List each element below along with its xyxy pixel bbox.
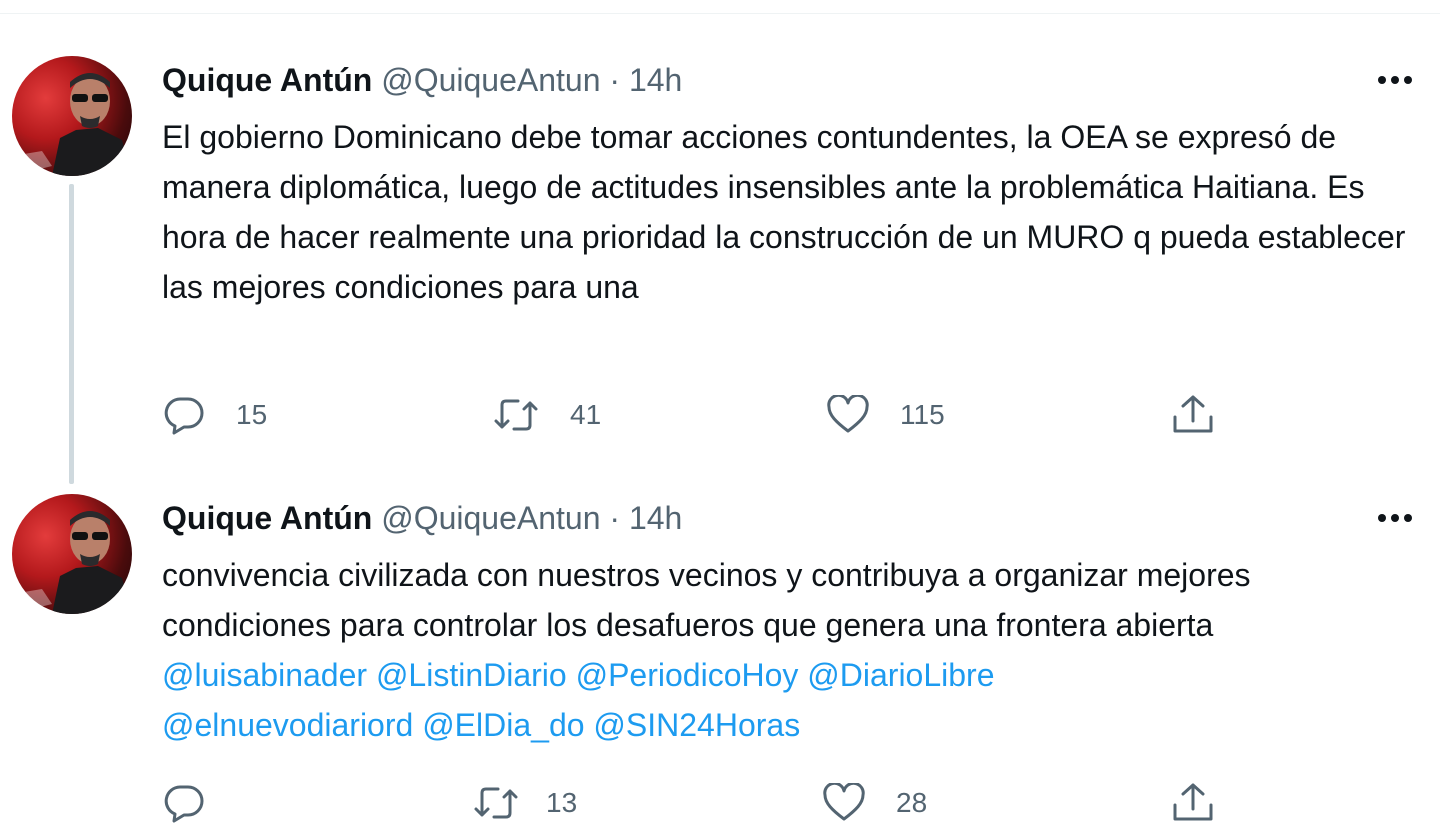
mention-link[interactable]: @ListinDiario: [376, 657, 567, 693]
retweet-count: 13: [546, 787, 578, 818]
like-button[interactable]: 28: [822, 778, 927, 828]
author-handle[interactable]: @QuiqueAntun: [381, 62, 600, 98]
separator: ·: [609, 500, 621, 536]
avatar-photo: [12, 73, 132, 176]
retweet-button[interactable]: 41: [492, 390, 601, 440]
like-button[interactable]: 115: [826, 390, 945, 440]
share-icon: [1173, 783, 1213, 821]
like-count: 115: [900, 399, 945, 430]
share-icon: [1173, 395, 1213, 433]
mention-link[interactable]: @elnuevodiariord: [162, 707, 413, 743]
author-handle[interactable]: @QuiqueAntun: [381, 500, 600, 536]
tweet-text: convivencia civilizada con nuestros veci…: [162, 550, 1427, 750]
top-divider: [0, 0, 1440, 14]
mention-link[interactable]: @PeriodicoHoy: [576, 657, 799, 693]
author-name[interactable]: Quique Antún: [162, 500, 372, 536]
avatar[interactable]: [12, 56, 132, 176]
retweet-icon: [474, 787, 518, 819]
mention-link[interactable]: @luisabinader: [162, 657, 367, 693]
share-button[interactable]: [1170, 778, 1216, 828]
mention-link[interactable]: @DiarioLibre: [807, 657, 994, 693]
timestamp[interactable]: 14h: [629, 500, 682, 536]
mention-link[interactable]: @SIN24Horas: [593, 707, 800, 743]
tweet-text-body: convivencia civilizada con nuestros veci…: [162, 557, 1251, 643]
tweet-text: El gobierno Dominicano debe tomar accion…: [162, 119, 1406, 305]
avatar[interactable]: [12, 494, 132, 614]
mention-link[interactable]: @ElDia_do: [422, 707, 584, 743]
separator: ·: [609, 62, 621, 98]
tweet-header: Quique Antún @QuiqueAntun · 14h: [162, 60, 682, 100]
retweet-button[interactable]: 13: [472, 778, 577, 828]
heart-icon: [823, 783, 865, 821]
reply-icon: [164, 785, 204, 823]
reply-button[interactable]: [162, 778, 236, 828]
retweet-count: 41: [570, 399, 602, 430]
share-button[interactable]: [1170, 390, 1216, 440]
tweet[interactable]: Quique Antún @QuiqueAntun · 14h conviven…: [0, 494, 1440, 838]
heart-icon: [827, 395, 869, 433]
tweet-header: Quique Antún @QuiqueAntun · 14h: [162, 498, 682, 538]
timestamp[interactable]: 14h: [629, 62, 682, 98]
tweet[interactable]: Quique Antún @QuiqueAntun · 14h El gobie…: [0, 56, 1440, 486]
reply-button[interactable]: 15: [162, 390, 267, 440]
author-name[interactable]: Quique Antún: [162, 62, 372, 98]
reply-icon: [164, 397, 204, 435]
more-icon[interactable]: [1372, 68, 1418, 94]
reply-count: 15: [236, 399, 268, 430]
tweet-actions: 13 28: [162, 778, 1422, 828]
thread-line: [69, 184, 74, 484]
avatar-photo: [12, 511, 132, 614]
tweet-actions: 15 41 115: [162, 390, 1422, 440]
like-count: 28: [896, 787, 928, 818]
more-icon[interactable]: [1372, 506, 1418, 532]
retweet-icon: [494, 399, 538, 431]
